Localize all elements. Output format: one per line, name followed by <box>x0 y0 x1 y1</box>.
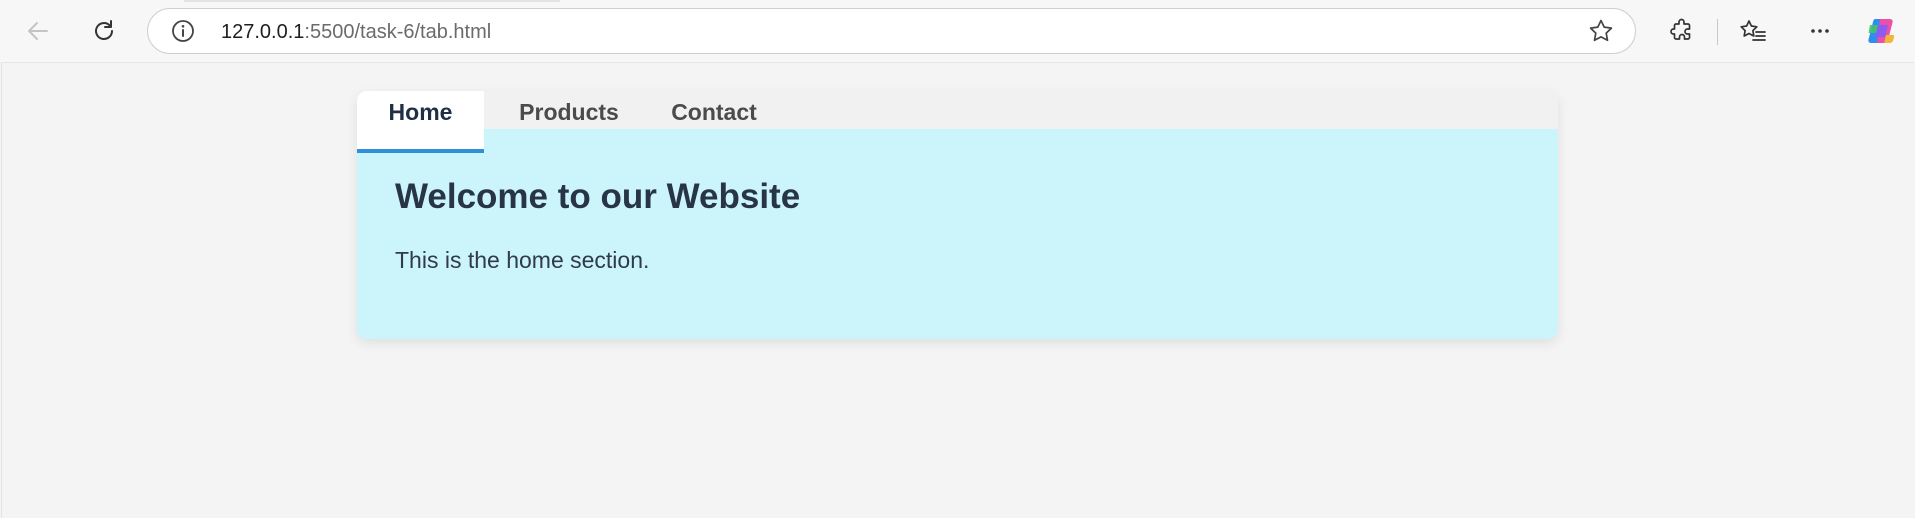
favorites-icon[interactable] <box>1734 12 1772 50</box>
panel-heading: Welcome to our Website <box>395 177 801 216</box>
url-host: 127.0.0.1 <box>221 21 305 43</box>
star-icon[interactable] <box>1587 17 1615 45</box>
info-icon[interactable] <box>170 18 196 44</box>
page-viewport: Home Products Contact Welcome to our Web… <box>1 62 1914 518</box>
toolbar-divider <box>1717 19 1718 45</box>
tab-panel-home: Welcome to our Website This is the home … <box>357 129 1558 339</box>
browser-tab-edge <box>184 0 560 2</box>
extensions-icon[interactable] <box>1663 12 1701 50</box>
more-icon[interactable] <box>1801 12 1839 50</box>
tab-contact[interactable]: Contact <box>654 91 774 129</box>
panel-text: This is the home section. <box>395 247 650 273</box>
refresh-icon[interactable] <box>85 12 123 50</box>
tab-container: Home Products Contact Welcome to our Web… <box>357 91 1558 339</box>
tab-home[interactable]: Home <box>357 91 484 153</box>
back-arrow-icon[interactable] <box>19 12 57 50</box>
url-path: :5500/task-6/tab.html <box>304 21 492 43</box>
browser-toolbar: 127.0.0.1:5500/task-6/tab.html <box>0 0 1915 62</box>
address-text[interactable]: 127.0.0.1:5500/task-6/tab.html <box>221 21 491 43</box>
copilot-icon[interactable] <box>1863 12 1901 50</box>
address-bar[interactable]: 127.0.0.1:5500/task-6/tab.html <box>147 8 1636 54</box>
tab-products[interactable]: Products <box>484 91 654 129</box>
tab-list: Home Products Contact <box>357 91 1558 153</box>
